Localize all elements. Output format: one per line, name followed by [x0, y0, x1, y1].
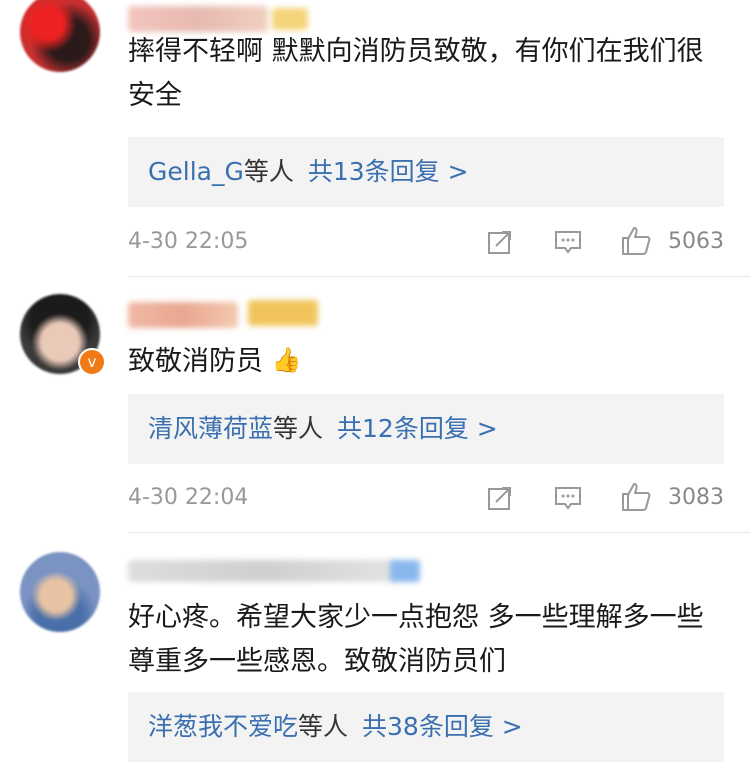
divider: [128, 532, 750, 533]
replies-preview[interactable]: 洋葱我不爱吃等人 共38条回复 >: [128, 692, 724, 762]
reply-count-link[interactable]: 共12条回复 >: [337, 414, 498, 443]
like-count: 3083: [668, 485, 724, 510]
reply-user-names: 洋葱我不爱吃: [148, 712, 299, 741]
comment-meta-bar: 4-30 22:05 5063: [128, 222, 724, 262]
avatar[interactable]: [20, 0, 100, 72]
replies-preview[interactable]: Gella_G等人 共13条回复 >: [128, 137, 724, 207]
reply-user-names: Gella_G: [148, 157, 244, 186]
avatar[interactable]: [20, 552, 100, 632]
thumbs-up-icon[interactable]: [620, 225, 652, 257]
comment-text-body: 致敬消防员: [128, 346, 263, 377]
reply-etc-label: 等人: [243, 157, 294, 186]
thumbs-up-emoji-icon: 👍: [271, 346, 302, 374]
comment-text: 致敬消防员 👍: [128, 338, 728, 384]
user-badge-blurred: [390, 560, 420, 582]
username-blurred[interactable]: [128, 302, 238, 328]
reply-etc-label: 等人: [273, 414, 324, 443]
comment-text: 好心疼。希望大家少一点抱怨 多一些理解多一些尊重多一些感恩。致敬消防员们: [128, 602, 704, 677]
reply-etc-label: 等人: [298, 712, 349, 741]
comment-meta-bar: 4-30 22:04 3083: [128, 478, 724, 518]
verified-badge-icon: v: [78, 348, 106, 376]
reply-count-link[interactable]: 共38条回复 >: [362, 712, 523, 741]
user-badge-blurred: [272, 8, 308, 30]
comment-time: 4-30 22:04: [128, 485, 249, 510]
reply-user-names: 清风薄荷蓝: [148, 414, 274, 443]
comment-icon[interactable]: [554, 484, 582, 512]
comment-text: 摔得不轻啊 默默向消防员致敬，有你们在我们很安全: [128, 36, 704, 111]
username-blurred[interactable]: [128, 560, 398, 582]
reply-count-link[interactable]: 共13条回复 >: [308, 157, 469, 186]
comment-time: 4-30 22:05: [128, 229, 249, 254]
user-badge-blurred: [248, 300, 318, 326]
username-blurred[interactable]: [128, 6, 268, 32]
share-icon[interactable]: [486, 484, 514, 512]
replies-preview[interactable]: 清风薄荷蓝等人 共12条回复 >: [128, 394, 724, 464]
like-count: 5063: [668, 229, 724, 254]
divider: [128, 276, 750, 277]
thumbs-up-icon[interactable]: [620, 481, 652, 513]
comment-icon[interactable]: [554, 228, 582, 256]
share-icon[interactable]: [486, 228, 514, 256]
